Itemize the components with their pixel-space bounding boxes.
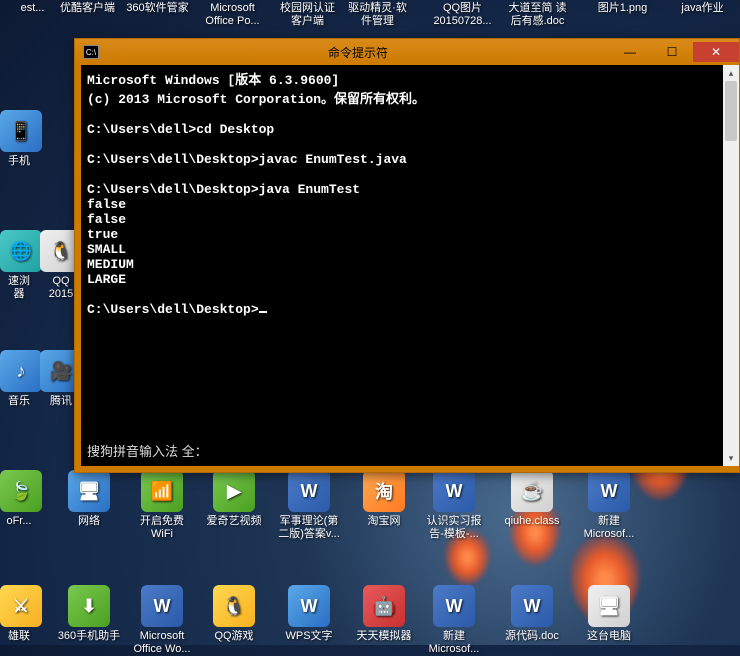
scrollbar[interactable]: ▴ ▾: [723, 65, 739, 466]
desktop-icon[interactable]: ♪音乐: [0, 350, 38, 408]
scroll-thumb[interactable]: [725, 81, 737, 141]
app-icon: W: [288, 585, 330, 627]
app-icon: W: [433, 470, 475, 512]
desktop-icon[interactable]: ⚔雄联: [0, 585, 38, 643]
app-icon: 🍃: [0, 470, 42, 512]
scroll-up-button[interactable]: ▴: [723, 65, 739, 81]
desktop-icon[interactable]: W MicrosoftOffice Wo...: [128, 585, 196, 656]
app-icon: 🤖: [363, 585, 405, 627]
desktop-icon-label: 天天模拟器: [350, 630, 418, 643]
desktop-icon-label: MicrosoftOffice Wo...: [128, 630, 196, 656]
desktop-icon-label: oFr...: [0, 515, 38, 528]
app-icon: 🐧: [213, 585, 255, 627]
desktop-icon-label: 淘宝网: [350, 515, 418, 528]
desktop-icon[interactable]: W 认识实习报告-模板-...: [420, 470, 488, 541]
desktop-icon-label: 源代码.doc: [498, 630, 566, 643]
desktop-icon-label: 这台电脑: [575, 630, 643, 643]
desktop-icon[interactable]: 📱手机: [0, 110, 38, 168]
desktop-icon-label: 新建Microsof...: [575, 515, 643, 541]
window-title: 命令提示符: [107, 44, 609, 61]
app-icon: W: [588, 470, 630, 512]
desktop-icon[interactable]: 🐧 QQ游戏: [200, 585, 268, 643]
desktop-icon[interactable]: W 新建Microsof...: [420, 585, 488, 656]
desktop-icon-label: 手机: [0, 155, 38, 168]
desktop-icon-label[interactable]: 图片1.png: [590, 2, 655, 15]
desktop-icon-label: 音乐: [0, 395, 38, 408]
app-icon: 🖥: [588, 585, 630, 627]
app-icon: W: [288, 470, 330, 512]
app-icon: 📱: [0, 110, 42, 152]
app-icon: 淘: [363, 470, 405, 512]
desktop-icon-label: 速浏器: [0, 275, 38, 301]
desktop-icon-label: 开启免费WiFi: [128, 515, 196, 541]
app-icon: 🌐: [0, 230, 42, 272]
desktop-icon[interactable]: 淘淘宝网: [350, 470, 418, 528]
ime-status: 搜狗拼音输入法 全：: [87, 441, 208, 460]
desktop-icon[interactable]: 📶 开启免费WiFi: [128, 470, 196, 541]
app-icon: W: [511, 585, 553, 627]
desktop-icon[interactable]: W 新建Microsof...: [575, 470, 643, 541]
desktop-icon[interactable]: 🤖 天天模拟器: [350, 585, 418, 643]
desktop-icon-label: 军事理论(第二版)答案v...: [275, 515, 343, 541]
app-icon: 🖥: [68, 470, 110, 512]
desktop-icon-label: 认识实习报告-模板-...: [420, 515, 488, 541]
desktop-icon-label: 新建Microsof...: [420, 630, 488, 656]
app-icon: ☕: [511, 470, 553, 512]
desktop-icon[interactable]: W 源代码.doc: [498, 585, 566, 643]
desktop-icon[interactable]: ▶ 爱奇艺视频: [200, 470, 268, 528]
app-icon: ♪: [0, 350, 42, 392]
desktop-icon-label: QQ游戏: [200, 630, 268, 643]
app-icon: W: [433, 585, 475, 627]
titlebar[interactable]: C:\ 命令提示符 — ☐ ✕: [75, 39, 739, 65]
desktop-icon-label: qiuhe.class: [498, 515, 566, 528]
desktop-icon[interactable]: 🖥 这台电脑: [575, 585, 643, 643]
command-prompt-window: C:\ 命令提示符 — ☐ ✕ Microsoft Windows [版本 6.…: [74, 38, 740, 473]
desktop-icon-label[interactable]: 优酷客户端: [55, 2, 120, 15]
minimize-button[interactable]: —: [609, 42, 651, 62]
desktop-icon-label: 360手机助手: [55, 630, 123, 643]
close-button[interactable]: ✕: [693, 42, 739, 62]
desktop-icon[interactable]: 🖥 网络: [55, 470, 123, 528]
console-output[interactable]: Microsoft Windows [版本 6.3.9600] (c) 2013…: [81, 65, 733, 466]
desktop-icon[interactable]: 🍃oFr...: [0, 470, 38, 528]
desktop-icon[interactable]: ⬇ 360手机助手: [55, 585, 123, 643]
desktop-icon-label[interactable]: 360软件管家: [125, 2, 190, 15]
app-icon: ⚔: [0, 585, 42, 627]
cmd-icon: C:\: [83, 45, 99, 59]
desktop-icon-label: 爱奇艺视频: [200, 515, 268, 528]
desktop-icon-label[interactable]: java作业: [670, 2, 735, 15]
desktop-icon[interactable]: 🌐速浏器: [0, 230, 38, 301]
desktop-icon-label[interactable]: 校园网认证客户端: [275, 2, 340, 28]
desktop-icon-label[interactable]: 驱动精灵·软件管理: [345, 2, 410, 28]
maximize-button[interactable]: ☐: [651, 42, 693, 62]
desktop-icon-label[interactable]: 大道至简 读后有感.doc: [505, 2, 570, 28]
app-icon: ⬇: [68, 585, 110, 627]
desktop-icon[interactable]: W WPS文字: [275, 585, 343, 643]
app-icon: W: [141, 585, 183, 627]
desktop-icon[interactable]: W 军事理论(第二版)答案v...: [275, 470, 343, 541]
desktop-icon[interactable]: ☕ qiuhe.class: [498, 470, 566, 528]
app-icon: 📶: [141, 470, 183, 512]
scroll-down-button[interactable]: ▾: [723, 450, 739, 466]
desktop-icon-label[interactable]: MicrosoftOffice Po...: [200, 2, 265, 28]
app-icon: ▶: [213, 470, 255, 512]
desktop-icon-label: 雄联: [0, 630, 38, 643]
desktop-icon-label: 网络: [55, 515, 123, 528]
desktop-icon-label[interactable]: QQ图片20150728...: [430, 2, 495, 28]
desktop-icon-label: WPS文字: [275, 630, 343, 643]
desktop-icon-label[interactable]: est...: [0, 2, 65, 15]
